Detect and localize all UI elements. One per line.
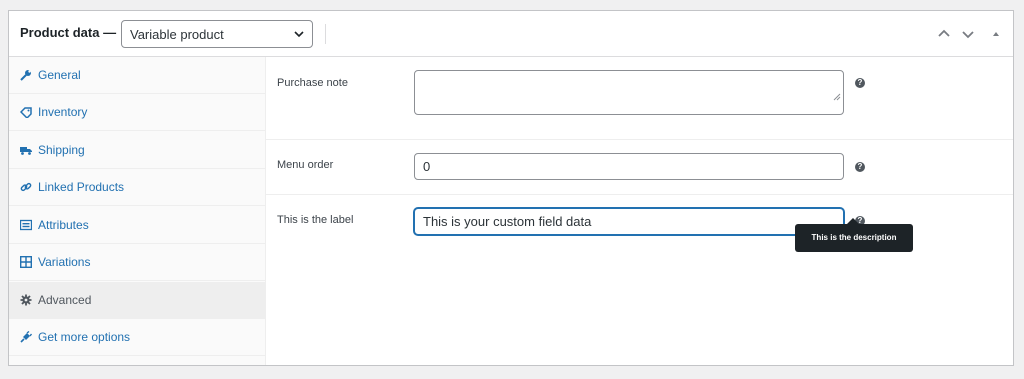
tab-variations[interactable]: Variations [9,244,265,281]
custom-field-label: This is the label [277,214,354,226]
tab-advanced[interactable]: Advanced [9,282,265,319]
menu-order-row: Menu order ? [266,139,1013,195]
tab-label: Shipping [38,143,85,157]
plugin-icon [20,331,32,343]
grid-icon [20,256,32,268]
product-type-value: Variable product [130,27,224,42]
help-icon[interactable]: ? [855,78,865,88]
move-down-icon[interactable] [961,27,975,41]
tab-label: Get more options [38,330,131,344]
truck-icon [20,147,32,155]
product-type-select[interactable]: Variable product [121,20,313,48]
move-up-icon[interactable] [937,27,951,41]
tab-attributes[interactable]: Attributes [9,207,265,244]
gear-icon [20,294,32,306]
tab-get-more-options[interactable]: Get more options [9,319,265,356]
purchase-note-textarea[interactable] [414,70,844,115]
resize-grip-icon[interactable] [833,93,841,101]
panel-title: Product data — [20,25,117,40]
collapse-toggle-icon[interactable] [989,27,1003,41]
tab-label: Variations [38,255,91,269]
purchase-note-label: Purchase note [277,77,348,89]
panel-header: Product data — Variable product [9,11,1013,57]
wrench-icon [20,70,31,81]
advanced-panel: Purchase note ? Menu order ? This is the… [266,57,1013,365]
help-tooltip: This is the description [795,218,913,252]
chevron-down-icon [294,31,304,38]
tooltip-arrow [847,218,859,224]
help-icon[interactable]: ? [855,162,865,172]
tab-inventory[interactable]: Inventory [9,94,265,131]
tab-label: Advanced [38,293,92,307]
menu-order-input[interactable] [414,153,844,180]
tab-general[interactable]: General [9,57,265,94]
header-divider [325,24,326,44]
product-data-panel: Product data — Variable product General [8,10,1014,366]
menu-order-label: Menu order [277,159,334,171]
list-icon [20,219,32,231]
product-data-tabs: General Inventory Shipping Linked Produc… [9,57,266,365]
tooltip-text: This is the description [811,233,897,242]
tab-linked-products[interactable]: Linked Products [9,169,265,206]
tab-label: Attributes [38,218,89,232]
tab-label: General [38,68,81,82]
tab-label: Inventory [38,105,88,119]
tag-icon [20,107,32,118]
purchase-note-row: Purchase note ? [266,57,1013,140]
tab-label: Linked Products [38,180,125,194]
link-icon [20,182,32,192]
custom-field-input[interactable] [414,208,844,235]
tab-shipping[interactable]: Shipping [9,132,265,169]
